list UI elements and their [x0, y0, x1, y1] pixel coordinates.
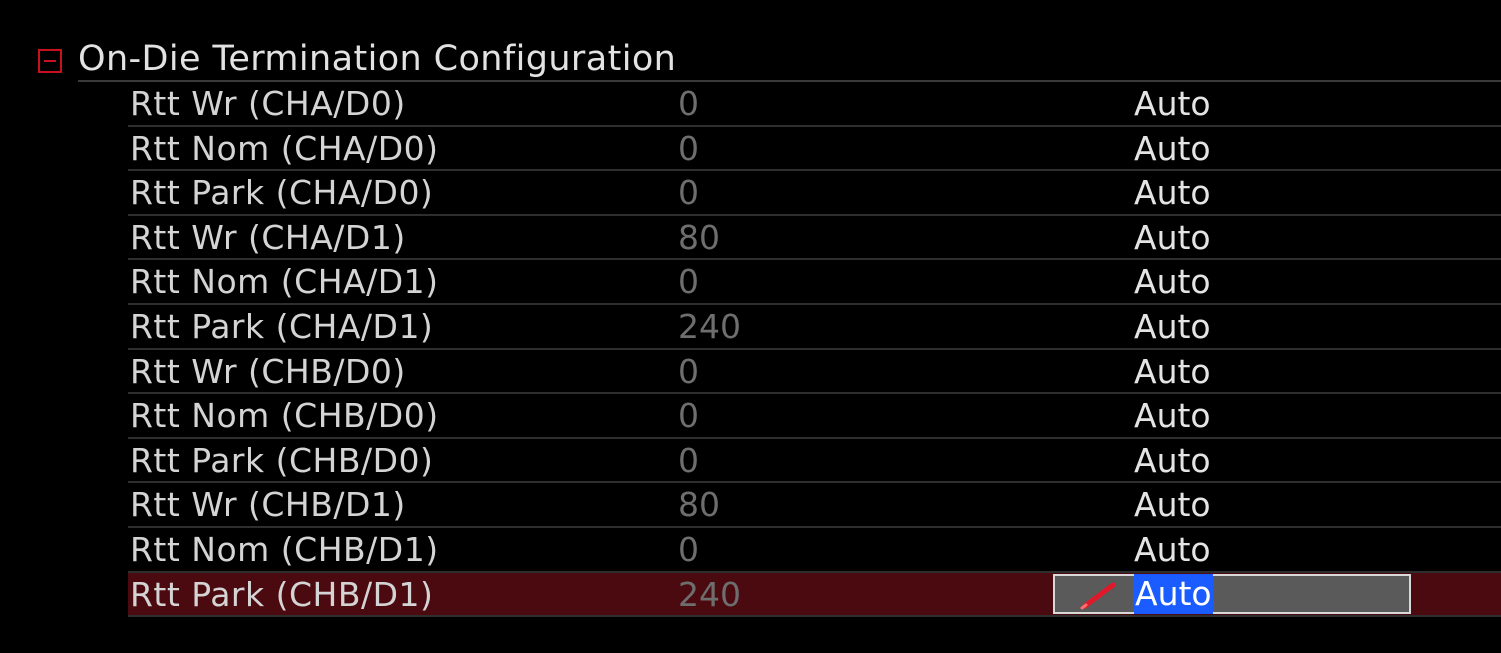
setting-value[interactable]: Auto — [1134, 439, 1211, 482]
setting-value[interactable]: Auto — [1134, 82, 1211, 125]
setting-label: Rtt Park (CHA/D1) — [130, 306, 434, 346]
setting-current-value: 80 — [678, 485, 720, 525]
setting-label: Rtt Wr (CHA/D1) — [130, 217, 406, 257]
setting-label: Rtt Nom (CHA/D1) — [130, 262, 439, 302]
setting-row[interactable]: Rtt Wr (CHA/D1) 80 Auto — [128, 216, 1501, 261]
setting-edit-field[interactable]: Auto — [1053, 573, 1411, 614]
setting-value[interactable]: Auto — [1134, 260, 1211, 303]
setting-value[interactable]: Auto — [1134, 305, 1211, 348]
setting-value[interactable]: Auto — [1134, 127, 1211, 170]
setting-label: Rtt Wr (CHB/D0) — [130, 351, 406, 391]
setting-label: Rtt Park (CHB/D0) — [130, 440, 434, 480]
setting-row[interactable]: Rtt Park (CHA/D0) 0 Auto — [128, 171, 1501, 216]
section-title: On-Die Termination Configuration — [78, 39, 677, 79]
setting-current-value: 240 — [678, 574, 741, 614]
setting-current-value: 0 — [678, 128, 699, 168]
setting-row[interactable]: Rtt Nom (CHA/D1) 0 Auto — [128, 260, 1501, 305]
setting-current-value: 240 — [678, 306, 741, 346]
settings-list: Rtt Wr (CHA/D0) 0 Auto Rtt Nom (CHA/D0) … — [128, 82, 1501, 618]
setting-row[interactable]: Rtt Wr (CHB/D1) 80 Auto — [128, 483, 1501, 528]
setting-row[interactable]: Rtt Nom (CHB/D0) 0 Auto — [128, 394, 1501, 439]
setting-row-selected[interactable]: Rtt Park (CHB/D1) 240 Auto — [128, 572, 1501, 618]
setting-current-value: 0 — [678, 351, 699, 391]
setting-row[interactable]: Rtt Wr (CHA/D0) 0 Auto — [128, 82, 1501, 127]
setting-value[interactable]: Auto — [1134, 350, 1211, 393]
setting-current-value: 0 — [678, 262, 699, 302]
setting-row[interactable]: Rtt Wr (CHB/D0) 0 Auto — [128, 350, 1501, 395]
setting-value[interactable]: Auto — [1134, 394, 1211, 437]
setting-label: Rtt Nom (CHB/D1) — [130, 529, 439, 569]
setting-label: Rtt Nom (CHA/D0) — [130, 128, 439, 168]
setting-current-value: 0 — [678, 173, 699, 213]
setting-value-input[interactable]: Auto — [1134, 573, 1213, 614]
setting-current-value: 0 — [678, 84, 699, 123]
setting-label: Rtt Wr (CHA/D0) — [130, 84, 406, 123]
setting-row[interactable]: Rtt Nom (CHB/D1) 0 Auto — [128, 528, 1501, 573]
setting-current-value: 0 — [678, 396, 699, 436]
setting-current-value: 0 — [678, 529, 699, 569]
setting-row[interactable]: Rtt Nom (CHA/D0) 0 Auto — [128, 127, 1501, 172]
pencil-icon — [1080, 582, 1116, 610]
setting-value[interactable]: Auto — [1134, 483, 1211, 526]
setting-label: Rtt Nom (CHB/D0) — [130, 396, 439, 436]
setting-current-value: 80 — [678, 217, 720, 257]
setting-current-value: 0 — [678, 440, 699, 480]
setting-row[interactable]: Rtt Park (CHA/D1) 240 Auto — [128, 305, 1501, 350]
setting-value[interactable]: Auto — [1134, 528, 1211, 571]
section-header[interactable]: On-Die Termination Configuration — [36, 36, 1501, 82]
setting-label: Rtt Park (CHA/D0) — [130, 173, 434, 213]
setting-label: Rtt Wr (CHB/D1) — [130, 485, 406, 525]
setting-value[interactable]: Auto — [1134, 216, 1211, 259]
setting-row[interactable]: Rtt Park (CHB/D0) 0 Auto — [128, 439, 1501, 484]
setting-value[interactable]: Auto — [1134, 171, 1211, 214]
setting-label: Rtt Park (CHB/D1) — [130, 574, 434, 614]
minus-box-icon[interactable] — [38, 49, 62, 73]
